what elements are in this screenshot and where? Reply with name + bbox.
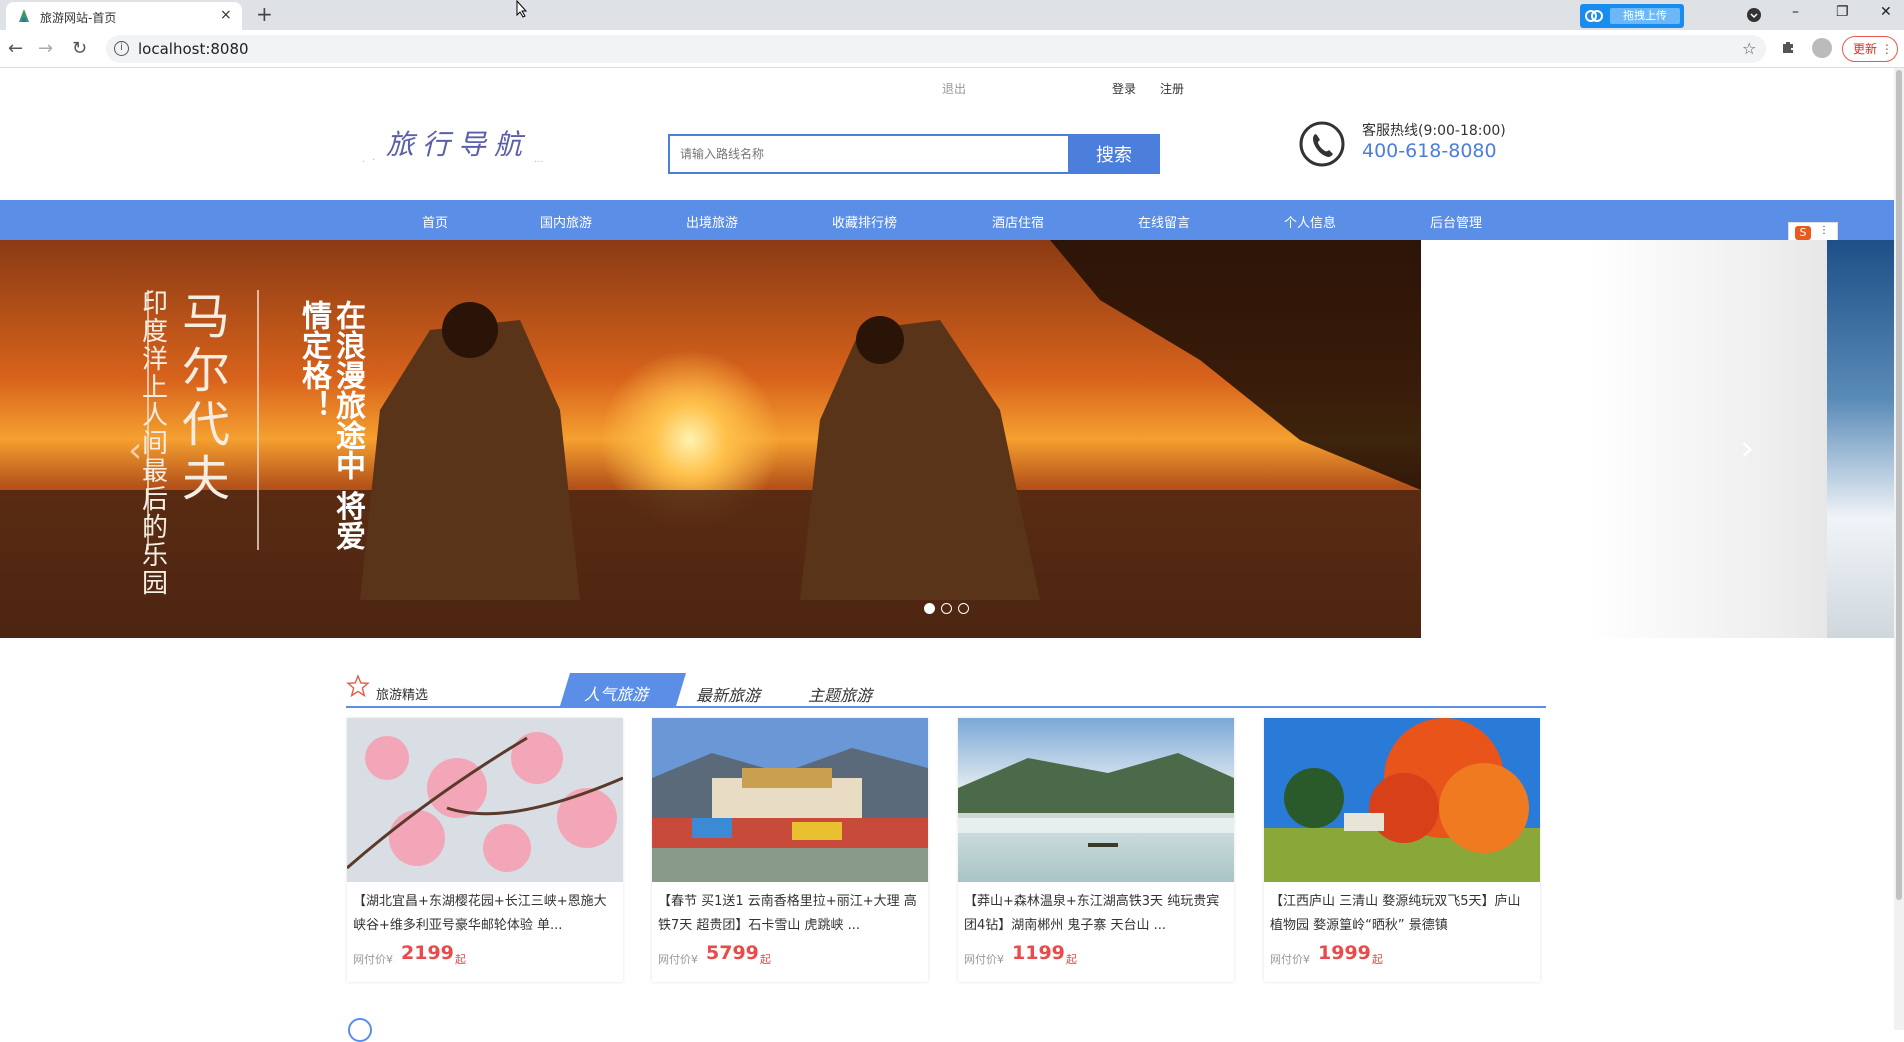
- scrollbar-thumb[interactable]: [1896, 70, 1902, 900]
- banner-prev-icon[interactable]: ‹: [128, 430, 142, 471]
- price-suffix: 起: [760, 953, 771, 966]
- nav-item-favorites-ranking[interactable]: 收藏排行榜: [832, 212, 897, 231]
- new-tab-icon[interactable]: +: [256, 2, 273, 26]
- forward-icon[interactable]: →: [38, 38, 53, 59]
- banner-slogan: 在浪漫旅途中 将爱情定格！: [296, 300, 365, 551]
- register-link[interactable]: 注册: [1160, 80, 1184, 97]
- banner-next-icon[interactable]: ›: [1740, 428, 1754, 469]
- price-prefix: 网付价¥: [1270, 953, 1310, 966]
- tour-image-autumn-tree: [1264, 718, 1540, 882]
- tour-description: 【湖北宜昌+东湖樱花园+长江三峡+恩施大峡谷+维多利亚号豪华邮轮体验 单...: [353, 894, 607, 933]
- price-prefix: 网付价¥: [353, 953, 393, 966]
- reload-icon[interactable]: ↻: [72, 38, 87, 59]
- svg-text:.: .: [362, 154, 365, 165]
- tour-description: 【江西庐山 三清山 婺源纯玩双飞5天】庐山植物园 婺源篁岭“晒秋” 景德镇: [1270, 894, 1521, 933]
- price-suffix: 起: [1372, 953, 1383, 966]
- tab-theme[interactable]: 主题旅游: [808, 682, 872, 706]
- sogou-ime-icon: S: [1795, 226, 1811, 240]
- address-bar[interactable]: i localhost:8080 ☆: [106, 35, 1766, 63]
- section-icon: [348, 1018, 372, 1042]
- tour-price: 1999: [1318, 942, 1371, 964]
- cloud-upload-icon: [1585, 10, 1603, 22]
- tour-card[interactable]: 【莽山+森林温泉+东江湖高铁3天 纯玩贵宾团4钻】湖南郴州 鬼子寨 天台山 ..…: [958, 718, 1234, 982]
- nav-item-hotel[interactable]: 酒店住宿: [992, 212, 1044, 231]
- tour-price: 5799: [706, 942, 759, 964]
- search-input[interactable]: [670, 136, 1068, 172]
- carousel-dot[interactable]: [941, 603, 952, 614]
- tab-search-icon[interactable]: [1746, 7, 1762, 23]
- tour-price: 2199: [401, 942, 454, 964]
- nav-item-domestic[interactable]: 国内旅游: [540, 212, 592, 231]
- tour-image-shangri-la: [652, 718, 928, 882]
- tab-close-icon[interactable]: ×: [220, 7, 232, 23]
- price-prefix: 网付价¥: [658, 953, 698, 966]
- site-favicon-icon: [19, 9, 29, 22]
- tour-description: 【春节 买1送1 云南香格里拉+丽江+大理 高铁7天 超贵团】石卡雪山 虎跳峡 …: [658, 894, 917, 933]
- banner-title: 马尔代夫: [182, 289, 231, 507]
- tour-image-lake: [958, 718, 1234, 882]
- minimize-icon[interactable]: –: [1792, 4, 1799, 20]
- svg-text:.: .: [372, 152, 375, 163]
- browser-tab[interactable]: 旅游网站-首页 ×: [6, 2, 242, 30]
- next-slide-preview: [1421, 240, 1894, 638]
- hotline-number: 400-618-8080: [1362, 140, 1497, 162]
- nav-item-outbound[interactable]: 出境旅游: [686, 212, 738, 231]
- banner-subtitle: 印度洋上人间最后的乐园: [142, 289, 169, 599]
- price-prefix: 网付价¥: [964, 953, 1004, 966]
- update-label: 更新: [1853, 42, 1878, 56]
- upload-extension-button[interactable]: 拖拽上传: [1580, 4, 1684, 28]
- ime-menu-icon: ⋮: [1819, 225, 1829, 236]
- next-slide-image: [1827, 240, 1894, 638]
- profile-icon[interactable]: [1812, 38, 1832, 58]
- logout-link[interactable]: 退出: [942, 80, 966, 97]
- tab-latest[interactable]: 最新旅游: [696, 682, 760, 706]
- price-suffix: 起: [455, 953, 466, 966]
- logo-text: 旅行导航: [386, 128, 530, 161]
- mouse-cursor-icon: [516, 0, 528, 18]
- tab-popular-label: 人气旅游: [584, 685, 649, 704]
- page-scrollbar[interactable]: [1894, 68, 1904, 1030]
- star-icon[interactable]: ☆: [1742, 39, 1756, 58]
- tab-popular[interactable]: 人气旅游: [560, 673, 686, 706]
- nav-item-profile[interactable]: 个人信息: [1284, 212, 1336, 231]
- tour-card[interactable]: 【春节 买1送1 云南香格里拉+丽江+大理 高铁7天 超贵团】石卡雪山 虎跳峡 …: [652, 718, 928, 982]
- carousel-dot[interactable]: [958, 603, 969, 614]
- close-icon[interactable]: ✕: [1880, 4, 1892, 20]
- address-url: localhost:8080: [138, 40, 249, 58]
- star-outline-icon: [346, 674, 370, 698]
- section-divider: [346, 706, 1546, 708]
- browser-tab-strip: 旅游网站-首页 × + 拖拽上传 – ❐ ✕: [0, 0, 1904, 30]
- main-nav: 首页 国内旅游 出境旅游 收藏排行榜 酒店住宿 在线留言 个人信息 后台管理: [0, 200, 1894, 240]
- tour-image-cherry-blossom: [347, 718, 623, 882]
- price-suffix: 起: [1066, 953, 1077, 966]
- nav-item-home[interactable]: 首页: [422, 212, 448, 231]
- nav-item-admin[interactable]: 后台管理: [1430, 212, 1482, 231]
- upload-label: 拖拽上传: [1610, 8, 1680, 24]
- nav-item-message[interactable]: 在线留言: [1138, 212, 1190, 231]
- tour-description: 【莽山+森林温泉+东江湖高铁3天 纯玩贵宾团4钻】湖南郴州 鬼子寨 天台山 ..…: [964, 894, 1220, 933]
- tour-price: 1199: [1012, 942, 1065, 964]
- svg-text:...: ...: [534, 154, 544, 165]
- search-box: 搜索: [668, 134, 1160, 174]
- site-logo: 旅行导航 .. ...: [362, 128, 544, 165]
- search-button[interactable]: 搜索: [1068, 136, 1160, 172]
- browser-toolbar: ← → ↻ i localhost:8080 ☆ 更新 ⋮: [0, 30, 1904, 68]
- tour-card[interactable]: 【江西庐山 三清山 婺源纯玩双飞5天】庐山植物园 婺源篁岭“晒秋” 景德镇 网付…: [1264, 718, 1540, 982]
- tab-title: 旅游网站-首页: [40, 11, 117, 25]
- hotline-label: 客服热线(9:00-18:00): [1362, 123, 1506, 139]
- login-link[interactable]: 登录: [1112, 80, 1136, 97]
- carousel-dot[interactable]: [924, 603, 935, 614]
- restore-icon[interactable]: ❐: [1836, 4, 1849, 20]
- back-icon[interactable]: ←: [8, 38, 23, 59]
- update-button[interactable]: 更新 ⋮: [1842, 36, 1898, 62]
- tour-card[interactable]: 【湖北宜昌+东湖樱花园+长江三峡+恩施大峡谷+维多利亚号豪华邮轮体验 单... …: [347, 718, 623, 982]
- section-title: 旅游精选: [376, 688, 429, 703]
- info-icon[interactable]: i: [114, 41, 129, 56]
- extensions-icon[interactable]: [1780, 39, 1796, 55]
- banner-carousel[interactable]: 马尔代夫 印度洋上人间最后的乐园 在浪漫旅途中 将爱情定格！: [0, 240, 1421, 638]
- phone-icon: [1299, 121, 1345, 167]
